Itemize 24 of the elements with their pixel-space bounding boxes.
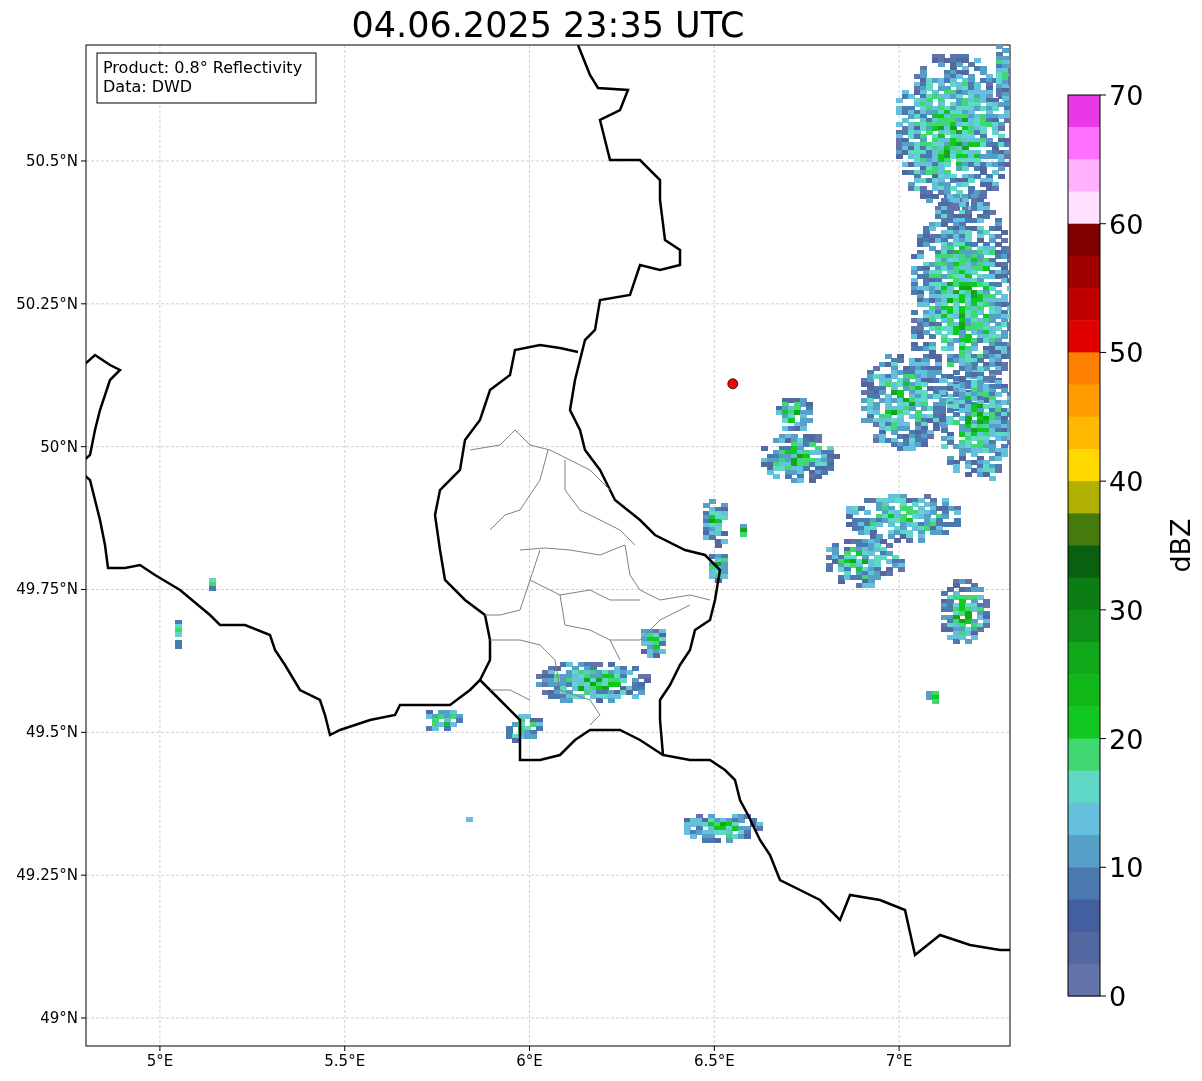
- axis-tick-label: 6.5°E: [693, 1052, 735, 1070]
- axis-tick-label: 5°E: [146, 1052, 174, 1070]
- axis-tick-label: 49°N: [40, 1009, 78, 1027]
- axis-tick-label: 6°E: [516, 1052, 543, 1070]
- colorbar-tick-label: 60: [1109, 208, 1144, 240]
- axis-tick-label: 50.5°N: [25, 152, 78, 170]
- axis-tick-label: 50°N: [40, 437, 78, 456]
- chart-title: 04.06.2025 23:35 UTC: [351, 5, 745, 45]
- axis-tick-label: 49.5°N: [25, 723, 78, 742]
- axis-tick-label: 50.25°N: [16, 294, 78, 313]
- axis-tick-label: 49.75°N: [16, 580, 78, 599]
- axis-tick-label: 7°E: [885, 1052, 913, 1070]
- colorbar-tick-label: 70: [1109, 80, 1144, 111]
- axis-tick-label: 5.5°E: [324, 1052, 366, 1070]
- colorbar-tick-label: 0: [1109, 981, 1127, 1012]
- colorbar-tick-label: 40: [1109, 466, 1144, 498]
- colorbar-tick-label: 20: [1109, 723, 1144, 755]
- colorbar-tick-label: 50: [1109, 337, 1144, 369]
- colorbar-label: dBZ: [1165, 518, 1196, 573]
- colorbar-tick-label: 10: [1109, 852, 1144, 884]
- axis-tick-label: 49.25°N: [16, 866, 78, 885]
- info-text: Data: DWD: [103, 77, 193, 96]
- info-text: Product: 0.8° Reflectivity: [103, 58, 303, 77]
- colorbar-tick-label: 30: [1109, 594, 1144, 626]
